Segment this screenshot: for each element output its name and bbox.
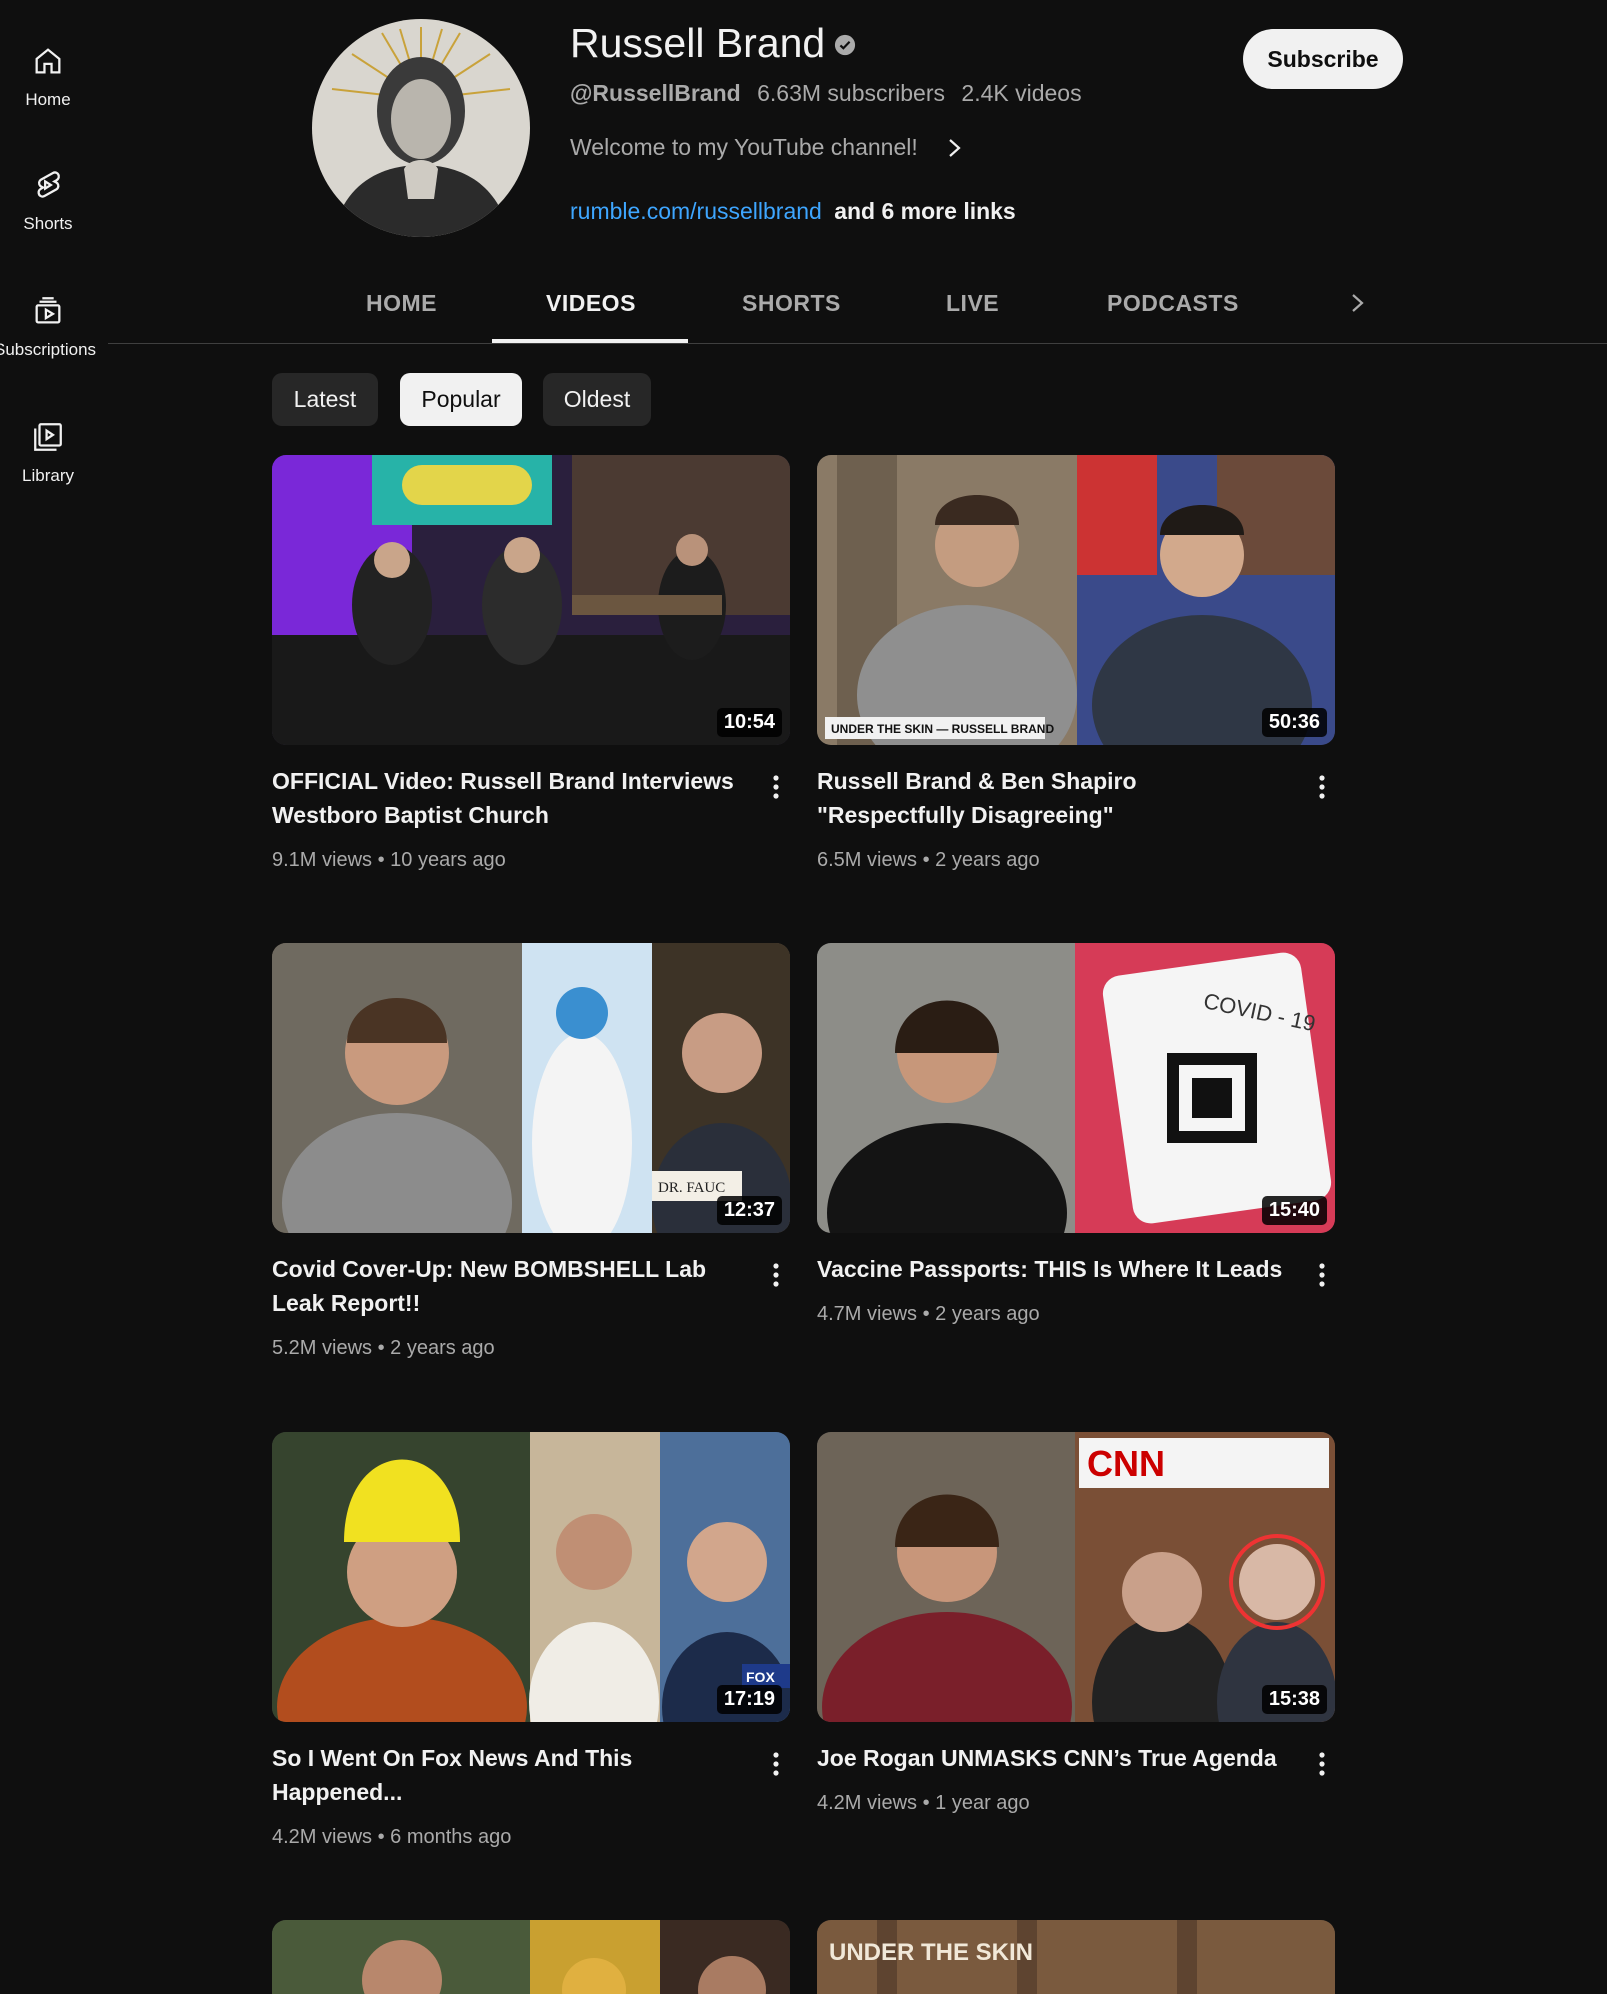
more-links-button[interactable]: and 6 more links bbox=[834, 198, 1016, 224]
sidebar-item-shorts[interactable]: Shorts bbox=[0, 168, 96, 234]
video-thumbnail[interactable]: 10:54 bbox=[272, 455, 790, 745]
chip-oldest[interactable]: Oldest bbox=[543, 373, 651, 426]
video-views: 6.5M views bbox=[817, 849, 918, 871]
subscriber-count: 6.63M subscribers bbox=[757, 80, 946, 106]
video-title[interactable]: So I Went On Fox News And This Happened.… bbox=[272, 1741, 742, 1809]
sidebar-item-label: Library bbox=[22, 466, 74, 485]
video-views: 9.1M views bbox=[272, 849, 373, 871]
video-age: 2 years ago bbox=[390, 1337, 495, 1359]
video-thumbnail[interactable]: UNDER THE SKIN — RUSSELL BRAND 50:36 bbox=[817, 455, 1335, 745]
video-views: 4.7M views bbox=[817, 1303, 918, 1325]
video-meta: 4.2M views • 6 months ago bbox=[272, 1826, 512, 1848]
sidebar-item-label: Home bbox=[25, 90, 71, 109]
tab-shorts[interactable]: SHORTS bbox=[742, 290, 841, 317]
video-thumbnail[interactable]: UNDER THE SKIN bbox=[817, 1920, 1335, 1994]
chevron-right-icon[interactable] bbox=[1348, 288, 1368, 318]
video-age: 2 years ago bbox=[935, 1303, 1040, 1325]
chip-popular[interactable]: Popular bbox=[400, 373, 522, 426]
more-options-icon[interactable] bbox=[1312, 772, 1332, 802]
video-age: 1 year ago bbox=[935, 1792, 1030, 1814]
thumbnail-caption: CNN bbox=[1087, 1443, 1165, 1484]
sidebar-item-subscriptions[interactable]: Subscriptions bbox=[0, 294, 96, 360]
video-duration: 17:19 bbox=[716, 1685, 782, 1714]
tab-podcasts[interactable]: PODCASTS bbox=[1107, 290, 1239, 317]
subscriptions-icon bbox=[35, 297, 61, 324]
video-count: 2.4K videos bbox=[961, 80, 1082, 106]
active-tab-indicator bbox=[492, 339, 688, 343]
shorts-icon bbox=[37, 171, 60, 198]
video-meta: 6.5M views • 2 years ago bbox=[817, 849, 1040, 871]
video-title[interactable]: Joe Rogan UNMASKS CNN’s True Agenda bbox=[817, 1741, 1287, 1775]
tab-videos[interactable]: VIDEOS bbox=[546, 290, 636, 317]
library-icon bbox=[34, 423, 62, 451]
video-title[interactable]: Covid Cover-Up: New BOMBSHELL Lab Leak R… bbox=[272, 1252, 742, 1320]
channel-description[interactable]: Welcome to my YouTube channel! bbox=[570, 134, 918, 161]
more-options-icon[interactable] bbox=[1312, 1260, 1332, 1290]
video-thumbnail[interactable]: COVID - 19 15:40 bbox=[817, 943, 1335, 1233]
video-duration: 50:36 bbox=[1261, 708, 1327, 737]
video-title[interactable]: Vaccine Passports: THIS Is Where It Lead… bbox=[817, 1252, 1287, 1286]
more-options-icon[interactable] bbox=[766, 1749, 786, 1779]
more-options-icon[interactable] bbox=[1312, 1749, 1332, 1779]
home-icon bbox=[35, 48, 61, 74]
tab-live[interactable]: LIVE bbox=[946, 290, 999, 317]
video-duration: 12:37 bbox=[716, 1196, 782, 1225]
sidebar-item-library[interactable]: Library bbox=[0, 420, 96, 486]
video-age: 6 months ago bbox=[390, 1826, 512, 1848]
video-thumbnail[interactable] bbox=[272, 1920, 790, 1994]
sidebar-item-label: Subscriptions bbox=[0, 340, 97, 359]
video-title[interactable]: Russell Brand & Ben Shapiro "Respectfull… bbox=[817, 764, 1287, 832]
video-meta: 4.7M views • 2 years ago bbox=[817, 1303, 1040, 1325]
tab-home[interactable]: HOME bbox=[366, 290, 437, 317]
video-views: 4.2M views bbox=[817, 1792, 918, 1814]
chip-latest[interactable]: Latest bbox=[272, 373, 378, 426]
chevron-right-icon[interactable] bbox=[945, 134, 965, 162]
video-thumbnail[interactable]: CNN 15:38 bbox=[817, 1432, 1335, 1722]
channel-tabs: HOME VIDEOS SHORTS LIVE PODCASTS bbox=[108, 266, 1607, 344]
video-age: 10 years ago bbox=[390, 849, 506, 871]
verified-badge-icon bbox=[834, 34, 856, 56]
channel-external-link[interactable]: rumble.com/russellbrand bbox=[570, 198, 822, 224]
sidebar-item-home[interactable]: Home bbox=[0, 44, 96, 110]
thumbnail-caption: FOX bbox=[746, 1669, 775, 1685]
video-duration: 15:38 bbox=[1261, 1685, 1327, 1714]
thumbnail-caption: UNDER THE SKIN — RUSSELL BRAND bbox=[831, 722, 1054, 736]
video-meta: 9.1M views • 10 years ago bbox=[272, 849, 506, 871]
thumbnail-caption: UNDER THE SKIN bbox=[829, 1939, 1033, 1966]
channel-meta: @RussellBrand 6.63M subscribers 2.4K vid… bbox=[570, 80, 1082, 107]
video-age: 2 years ago bbox=[935, 849, 1040, 871]
video-title[interactable]: OFFICIAL Video: Russell Brand Interviews… bbox=[272, 764, 742, 832]
video-thumbnail[interactable]: FOX 17:19 bbox=[272, 1432, 790, 1722]
subscribe-button[interactable]: Subscribe bbox=[1243, 29, 1403, 89]
channel-handle: @RussellBrand bbox=[570, 80, 741, 106]
channel-name: Russell Brand bbox=[570, 20, 826, 66]
video-meta: 5.2M views • 2 years ago bbox=[272, 1337, 495, 1359]
video-duration: 10:54 bbox=[716, 708, 782, 737]
video-meta: 4.2M views • 1 year ago bbox=[817, 1792, 1030, 1814]
video-thumbnail[interactable]: DR. FAUC 12:37 bbox=[272, 943, 790, 1233]
sidebar-item-label: Shorts bbox=[23, 214, 73, 233]
more-options-icon[interactable] bbox=[766, 772, 786, 802]
channel-avatar[interactable] bbox=[312, 19, 530, 237]
more-options-icon[interactable] bbox=[766, 1260, 786, 1290]
channel-links: rumble.com/russellbrand and 6 more links bbox=[570, 198, 1016, 225]
video-views: 5.2M views bbox=[272, 1337, 373, 1359]
video-views: 4.2M views bbox=[272, 1826, 373, 1848]
video-duration: 15:40 bbox=[1261, 1196, 1327, 1225]
thumbnail-caption: DR. FAUC bbox=[658, 1180, 725, 1196]
sidebar: Home Shorts Subscriptions Library bbox=[0, 0, 96, 1994]
